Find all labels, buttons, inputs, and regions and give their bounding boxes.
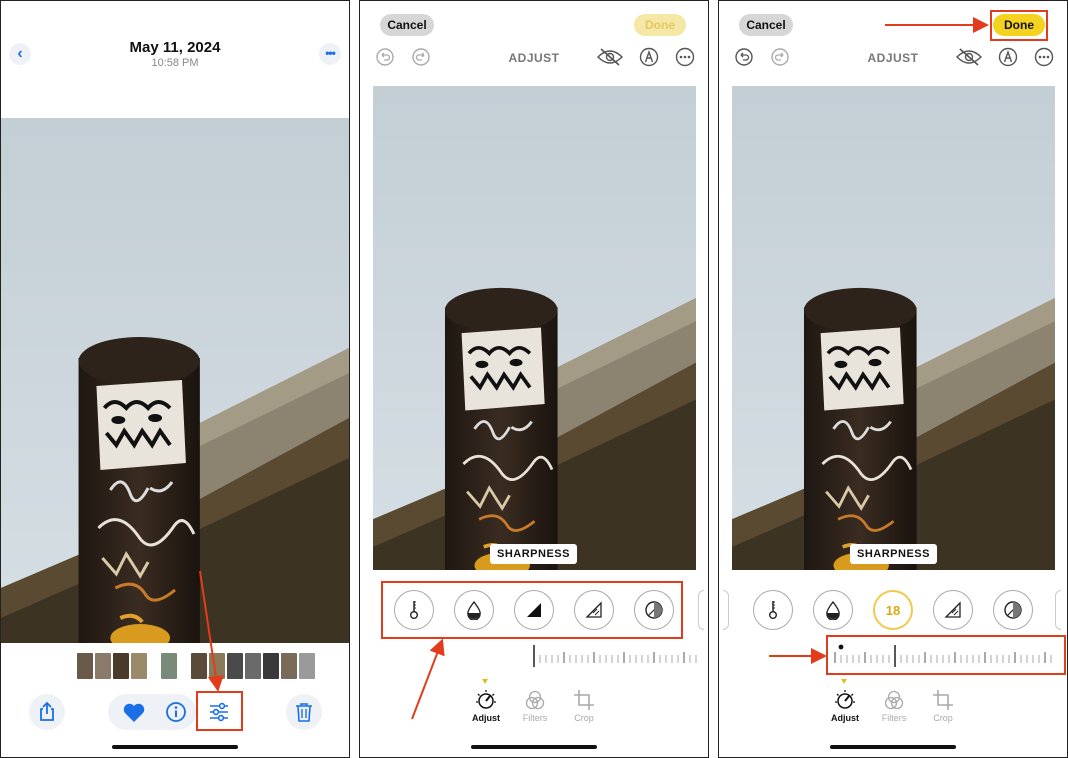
highlight-tool-row [381,581,683,639]
adjust-dial-icon [476,690,496,709]
vibrance-tool[interactable] [933,590,973,630]
tab-crop[interactable]: Crop [923,689,963,723]
thumbnail[interactable] [209,653,225,679]
highlights-tool[interactable] [813,590,853,630]
adjust-slider[interactable] [532,644,698,668]
thumbnail[interactable] [113,653,129,679]
thumbnail[interactable] [131,653,147,679]
tool-name-label: SHARPNESS [850,544,937,564]
cancel-button[interactable]: Cancel [739,14,793,36]
thumbnail[interactable] [245,653,261,679]
sharpness-tool[interactable] [993,590,1033,630]
photo-preview[interactable] [732,86,1055,570]
more-options-icon[interactable] [675,47,695,67]
hide-eye-icon[interactable] [597,47,623,67]
thumbnail-gap [149,653,159,679]
home-indicator [471,745,597,749]
trash-icon [296,703,312,722]
home-indicator [830,745,956,749]
photo-time: 10:58 PM [151,57,199,69]
info-icon[interactable] [165,701,187,728]
thumbnail[interactable] [263,653,279,679]
highlight-slider [826,635,1066,675]
more-tools-edge[interactable] [723,590,729,630]
thumbnail[interactable] [281,653,297,679]
tab-adjust[interactable]: Adjust [825,689,865,723]
home-indicator [112,745,238,749]
photo-date: May 11, 2024 [129,39,221,56]
share-icon [40,702,54,721]
delete-button[interactable] [286,694,322,730]
highlights-icon [826,600,840,620]
crop-icon [574,690,594,710]
tab-crop[interactable]: Crop [564,689,604,723]
hide-eye-icon[interactable] [956,47,982,67]
done-button[interactable]: Done [634,14,686,36]
tab-filters-label: Filters [881,713,907,723]
photo[interactable] [1,118,349,643]
adjust-dial-icon [835,690,855,709]
photo-view-screen: ‹ May 11, 2024 10:58 PM ••• [0,0,350,758]
tab-crop-label: Crop [574,713,594,723]
more-tools-edge[interactable] [698,590,704,630]
markup-icon[interactable] [639,47,659,67]
photo-preview[interactable] [373,86,696,570]
thumbnail[interactable] [227,653,243,679]
tool-name-label: SHARPNESS [490,544,577,564]
markup-icon[interactable] [998,47,1018,67]
active-tab-marker [482,679,488,684]
tab-crop-label: Crop [933,713,953,723]
tab-filters-label: Filters [522,713,548,723]
active-tab-marker [841,679,847,684]
tab-adjust-label: Adjust [831,713,859,723]
more-tools-edge[interactable] [1055,590,1061,630]
tab-filters[interactable]: Filters [874,689,914,723]
thumbnail[interactable] [95,653,111,679]
brilliance-tool[interactable] [753,590,793,630]
brilliance-icon [768,601,777,619]
more-options-icon[interactable] [1034,47,1054,67]
filters-icon [525,690,545,710]
share-button[interactable] [29,694,65,730]
sharpness-value-dial[interactable]: 18 [873,590,913,630]
more-ellipsis-icon[interactable]: ••• [319,43,341,65]
highlight-edit-button [196,691,243,731]
adjust-screen-applied: Cancel Done ADJUST SHARPNESS 18 Adjust F… [718,0,1068,758]
thumbnail[interactable] [299,653,315,679]
cancel-button[interactable]: Cancel [380,14,434,36]
thumbnail-strip[interactable] [77,653,315,679]
thumbnail[interactable] [191,653,207,679]
vibrance-icon [944,601,961,618]
tab-adjust[interactable]: Adjust [466,689,506,723]
thumbnail-gap [179,653,189,679]
adjust-screen-initial: Cancel Done ADJUST SHARPNESS Adjust Filt… [359,0,709,758]
filters-icon [884,690,904,710]
highlight-done-button [990,10,1048,41]
tab-adjust-label: Adjust [472,713,500,723]
tab-filters[interactable]: Filters [515,689,555,723]
thumbnail[interactable] [77,653,93,679]
heart-icon[interactable] [123,703,145,728]
sharpness-icon [1004,601,1022,619]
thumbnail[interactable] [161,653,177,679]
crop-icon [933,690,953,710]
